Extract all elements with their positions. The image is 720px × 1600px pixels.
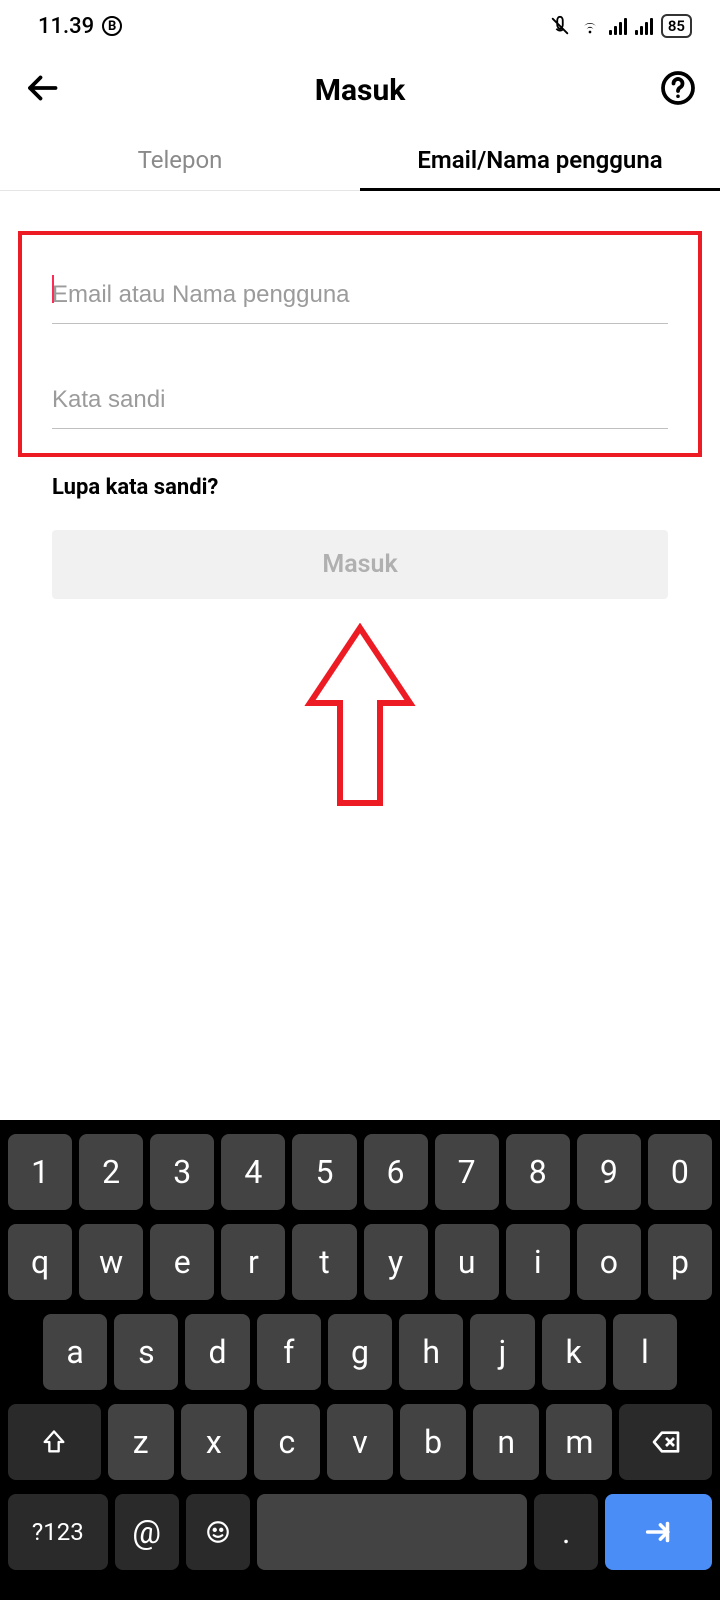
key-h[interactable]: h bbox=[399, 1314, 463, 1390]
keyboard-row-1: q w e r t y u i o p bbox=[8, 1224, 712, 1300]
keyboard: 1 2 3 4 5 6 7 8 9 0 q w e r t y u i o p … bbox=[0, 1120, 720, 1600]
status-bar: 11.39 B 85 bbox=[0, 0, 720, 50]
key-k[interactable]: k bbox=[542, 1314, 606, 1390]
mute-icon bbox=[549, 15, 571, 37]
key-p[interactable]: p bbox=[648, 1224, 712, 1300]
key-8[interactable]: 8 bbox=[506, 1134, 570, 1210]
email-field-wrapper bbox=[52, 273, 668, 324]
tabs: Telepon Email/Nama pengguna bbox=[0, 130, 720, 191]
key-3[interactable]: 3 bbox=[150, 1134, 214, 1210]
wifi-icon bbox=[579, 15, 601, 37]
key-n[interactable]: n bbox=[473, 1404, 539, 1480]
key-emoji[interactable] bbox=[186, 1494, 250, 1570]
key-q[interactable]: q bbox=[8, 1224, 72, 1300]
text-cursor bbox=[52, 275, 54, 303]
key-9[interactable]: 9 bbox=[577, 1134, 641, 1210]
key-y[interactable]: y bbox=[364, 1224, 428, 1300]
key-l[interactable]: l bbox=[613, 1314, 677, 1390]
key-w[interactable]: w bbox=[79, 1224, 143, 1300]
key-z[interactable]: z bbox=[108, 1404, 174, 1480]
key-r[interactable]: r bbox=[221, 1224, 285, 1300]
key-j[interactable]: j bbox=[470, 1314, 534, 1390]
annotation-arrow-up-icon bbox=[300, 623, 420, 817]
header: Masuk bbox=[0, 50, 720, 130]
key-at[interactable]: @ bbox=[115, 1494, 179, 1570]
key-shift[interactable] bbox=[8, 1404, 101, 1480]
back-button[interactable] bbox=[24, 70, 60, 110]
key-backspace[interactable] bbox=[619, 1404, 712, 1480]
key-7[interactable]: 7 bbox=[435, 1134, 499, 1210]
key-t[interactable]: t bbox=[292, 1224, 356, 1300]
key-s[interactable]: s bbox=[114, 1314, 178, 1390]
key-a[interactable]: a bbox=[43, 1314, 107, 1390]
battery-indicator: 85 bbox=[661, 14, 692, 38]
email-field[interactable] bbox=[52, 273, 668, 324]
b-icon: B bbox=[102, 16, 122, 36]
annotation-highlight-box bbox=[18, 231, 702, 457]
keyboard-row-4: ?123 @ . bbox=[8, 1494, 712, 1570]
key-o[interactable]: o bbox=[577, 1224, 641, 1300]
key-u[interactable]: u bbox=[435, 1224, 499, 1300]
key-2[interactable]: 2 bbox=[79, 1134, 143, 1210]
key-enter[interactable] bbox=[605, 1494, 712, 1570]
key-c[interactable]: c bbox=[254, 1404, 320, 1480]
forgot-password-link[interactable]: Lupa kata sandi? bbox=[0, 457, 720, 522]
status-left: 11.39 B bbox=[38, 14, 122, 39]
help-button[interactable] bbox=[660, 70, 696, 110]
key-1[interactable]: 1 bbox=[8, 1134, 72, 1210]
key-b[interactable]: b bbox=[400, 1404, 466, 1480]
password-field[interactable] bbox=[52, 378, 668, 429]
key-g[interactable]: g bbox=[328, 1314, 392, 1390]
tab-email-username[interactable]: Email/Nama pengguna bbox=[360, 130, 720, 190]
key-x[interactable]: x bbox=[181, 1404, 247, 1480]
page-title: Masuk bbox=[315, 73, 406, 108]
keyboard-row-3: z x c v b n m bbox=[8, 1404, 712, 1480]
key-f[interactable]: f bbox=[257, 1314, 321, 1390]
status-right: 85 bbox=[549, 14, 692, 38]
signal-icon-2 bbox=[635, 17, 653, 35]
key-space[interactable] bbox=[257, 1494, 527, 1570]
key-dot[interactable]: . bbox=[534, 1494, 598, 1570]
password-field-wrapper bbox=[52, 378, 668, 429]
form-area: Lupa kata sandi? Masuk bbox=[0, 191, 720, 599]
key-i[interactable]: i bbox=[506, 1224, 570, 1300]
key-d[interactable]: d bbox=[185, 1314, 249, 1390]
key-m[interactable]: m bbox=[546, 1404, 612, 1480]
signal-icon-1 bbox=[609, 17, 627, 35]
key-v[interactable]: v bbox=[327, 1404, 393, 1480]
key-e[interactable]: e bbox=[150, 1224, 214, 1300]
keyboard-row-0: 1 2 3 4 5 6 7 8 9 0 bbox=[8, 1134, 712, 1210]
key-4[interactable]: 4 bbox=[221, 1134, 285, 1210]
keyboard-row-2: a s d f g h j k l bbox=[8, 1314, 712, 1390]
key-mode[interactable]: ?123 bbox=[8, 1494, 108, 1570]
clock: 11.39 bbox=[38, 14, 94, 39]
key-0[interactable]: 0 bbox=[648, 1134, 712, 1210]
key-6[interactable]: 6 bbox=[364, 1134, 428, 1210]
key-5[interactable]: 5 bbox=[292, 1134, 356, 1210]
tab-phone[interactable]: Telepon bbox=[0, 130, 360, 190]
login-button[interactable]: Masuk bbox=[52, 530, 668, 599]
